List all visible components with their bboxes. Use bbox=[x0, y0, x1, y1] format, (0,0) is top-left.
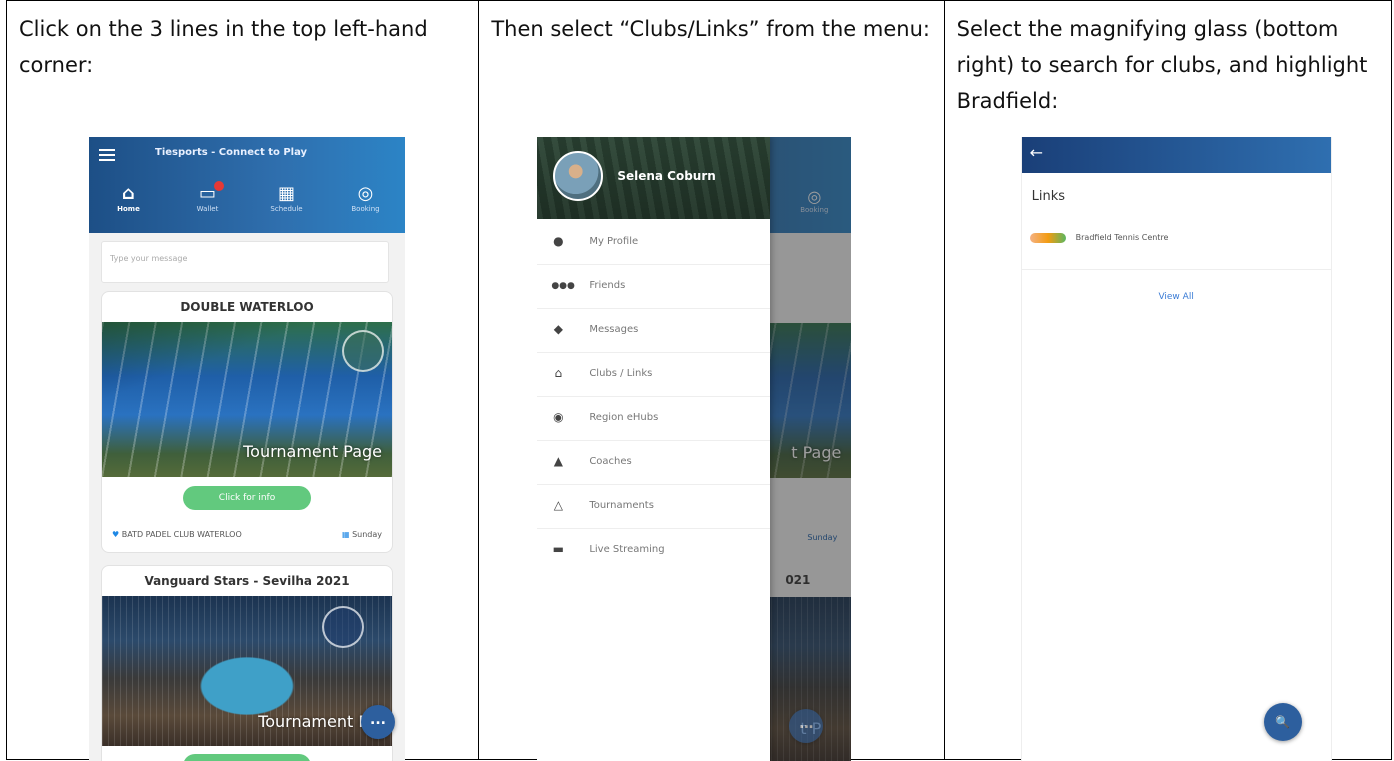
tab-booking[interactable]: ◎ Booking bbox=[326, 175, 405, 233]
step-3-cell: Select the magnifying glass (bottom righ… bbox=[945, 1, 1391, 761]
menu-item-clubs-links[interactable]: ⌂ Clubs / Links bbox=[537, 353, 771, 397]
menu-item-live-streaming[interactable]: ▬ Live Streaming bbox=[537, 529, 770, 573]
person-icon: ● bbox=[553, 234, 564, 248]
menu-item-friends[interactable]: ●●● Friends bbox=[537, 265, 771, 309]
menu-item-label: Region eHubs bbox=[589, 412, 659, 423]
club-emblem-icon bbox=[322, 606, 364, 648]
tab-booking-label: Booking bbox=[351, 205, 380, 213]
menu-item-my-profile[interactable]: ● My Profile bbox=[537, 221, 771, 265]
tournament-card-1[interactable]: DOUBLE WATERLOO Tournament Page Click fo… bbox=[101, 291, 393, 553]
back-arrow-icon[interactable]: ← bbox=[1030, 143, 1043, 162]
calendar-small-icon: ▦ bbox=[341, 530, 350, 539]
user-name: Selena Coburn bbox=[617, 169, 716, 183]
bottom-tabs: ⌂ Home ▭ Wallet ▦ Schedule ◎ Booking bbox=[89, 175, 405, 233]
club-logo-icon bbox=[1029, 233, 1066, 243]
app-header: Tiesports - Connect to Play ⌂ Home ▭ Wal… bbox=[89, 137, 405, 233]
tournament-page-overlay: Tournament Page bbox=[243, 442, 382, 461]
tab-home[interactable]: ⌂ Home bbox=[89, 175, 168, 233]
drawer-scrim[interactable] bbox=[770, 137, 852, 761]
phone-screen-menu: ◎ Booking t Page Sunday 021 t P … Selena… bbox=[537, 137, 852, 761]
drawer-header: Selena Coburn bbox=[537, 137, 771, 219]
click-for-info-button[interactable]: Click for info bbox=[183, 486, 311, 510]
app-header: ← bbox=[1021, 137, 1331, 173]
club-icon: ⌂ bbox=[554, 366, 563, 380]
step-1-instruction: Click on the 3 lines in the top left-han… bbox=[19, 17, 428, 77]
app-title: Tiesports - Connect to Play bbox=[155, 147, 308, 158]
home-icon: ⌂ bbox=[122, 183, 135, 204]
calendar-icon: ▦ bbox=[277, 183, 295, 204]
message-input[interactable]: Type your message bbox=[101, 241, 389, 283]
tournament-card-2[interactable]: Vanguard Stars - Sevilha 2021 Tournament… bbox=[101, 565, 393, 761]
tournament-icon: △ bbox=[553, 498, 563, 512]
menu-item-label: My Profile bbox=[589, 236, 639, 247]
view-all-link[interactable]: View All bbox=[1022, 292, 1331, 302]
navigation-drawer: Selena Coburn ● My Profile ●●● Friends ◆… bbox=[537, 137, 771, 761]
step-2-cell: Then select “Clubs/Links” from the menu:… bbox=[479, 1, 945, 761]
phone-screen-links: ← Links Bradfield Tennis Centre View All… bbox=[1020, 137, 1332, 761]
tab-home-label: Home bbox=[117, 205, 140, 213]
menu-item-label: Live Streaming bbox=[589, 544, 665, 555]
coach-icon: ▲ bbox=[553, 454, 563, 468]
step-2-instruction: Then select “Clubs/Links” from the menu: bbox=[491, 17, 930, 41]
card-title: Vanguard Stars - Sevilha 2021 bbox=[144, 574, 350, 588]
pin-icon: ♥ bbox=[112, 530, 120, 539]
day-text: ▦ Sunday bbox=[341, 530, 382, 539]
links-heading: Links bbox=[1031, 189, 1066, 204]
menu-item-region-ehubs[interactable]: ◉ Region eHubs bbox=[537, 397, 771, 441]
tournament-image: Tournament P bbox=[102, 596, 392, 746]
phone-screen-home: Tiesports - Connect to Play ⌂ Home ▭ Wal… bbox=[89, 137, 405, 761]
streaming-icon: ▬ bbox=[552, 542, 564, 556]
menu-item-label: Friends bbox=[589, 280, 626, 291]
menu-item-messages[interactable]: ◆ Messages bbox=[537, 309, 771, 353]
hamburger-menu-icon[interactable] bbox=[99, 149, 115, 161]
notification-badge bbox=[214, 181, 224, 191]
instruction-table: Click on the 3 lines in the top left-han… bbox=[6, 0, 1392, 761]
location-text: ♥ BATD PADEL CLUB WATERLOO bbox=[112, 530, 242, 539]
club-emblem-icon bbox=[342, 330, 384, 372]
link-name: Bradfield Tennis Centre bbox=[1075, 233, 1169, 242]
tournament-image: Tournament Page bbox=[102, 322, 392, 477]
menu-item-tournaments[interactable]: △ Tournaments bbox=[537, 485, 771, 529]
search-fab-button[interactable]: 🔍 bbox=[1263, 703, 1302, 741]
card-title: DOUBLE WATERLOO bbox=[180, 300, 314, 314]
menu-item-label: Coaches bbox=[589, 456, 632, 467]
step-1-cell: Click on the 3 lines in the top left-han… bbox=[7, 1, 480, 761]
menu-item-coaches[interactable]: ▲ Coaches bbox=[537, 441, 771, 485]
tab-wallet[interactable]: ▭ Wallet bbox=[168, 175, 247, 233]
group-icon: ●●● bbox=[551, 281, 575, 291]
search-icon: 🔍 bbox=[1275, 715, 1291, 729]
menu-item-label: Messages bbox=[589, 324, 639, 335]
more-options-button[interactable]: ... bbox=[361, 705, 395, 739]
tab-wallet-label: Wallet bbox=[196, 205, 219, 213]
menu-item-label: Clubs / Links bbox=[589, 368, 653, 379]
tab-schedule-label: Schedule bbox=[270, 205, 303, 213]
tab-schedule[interactable]: ▦ Schedule bbox=[247, 175, 326, 233]
menu-item-label: Tournaments bbox=[589, 500, 654, 511]
location-icon: ◉ bbox=[553, 410, 564, 424]
divider bbox=[1021, 269, 1331, 270]
booking-icon: ◎ bbox=[357, 183, 374, 204]
avatar[interactable] bbox=[553, 151, 604, 201]
step-3-instruction: Select the magnifying glass (bottom righ… bbox=[956, 17, 1368, 113]
card-meta: ♥ BATD PADEL CLUB WATERLOO ▦ Sunday bbox=[112, 530, 382, 539]
wallet-icon: ▭ bbox=[198, 183, 216, 204]
chat-icon: ◆ bbox=[553, 322, 563, 336]
tournament-page-overlay: Tournament P bbox=[258, 712, 368, 731]
